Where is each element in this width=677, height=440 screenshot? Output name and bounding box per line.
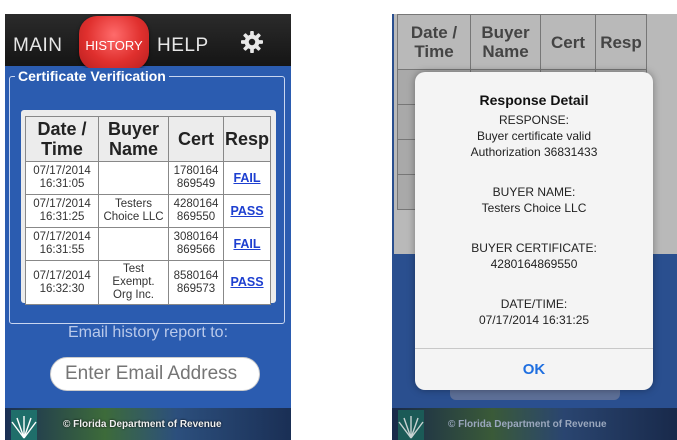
table-header-row: Date / Time Buyer Name Cert Resp [397,14,647,70]
response-detail-dialog: Response Detail RESPONSE: Buyer certific… [415,72,653,390]
buyer-cert-label: BUYER CERTIFICATE: [471,241,597,255]
cell-resp: PASS [223,260,271,305]
footer-copyright: © Florida Department of Revenue [63,419,222,430]
header-buyer-name: Buyer Name [470,14,541,70]
cell-buyer: Testers Choice LLC [98,194,169,228]
header-cert: Cert [168,116,224,162]
cell-datetime: 07/17/2014 16:32:30 [25,260,99,305]
header-date-time: Date / Time [397,14,471,70]
resp-link[interactable]: PASS [230,275,263,289]
header-buyer-name: Buyer Name [98,116,169,162]
cell-cert: 3080164 869566 [168,227,224,261]
gear-icon[interactable] [241,31,263,53]
cell-resp: FAIL [223,227,271,261]
section-title: Certificate Verification [15,68,169,84]
nav-history-tab[interactable]: HISTORY [79,16,149,70]
table-row[interactable]: 07/17/2014 16:31:55 3080164 869566 FAIL [25,227,271,261]
header-cert: Cert [540,14,596,70]
footer-banner: © Florida Department of Revenue [5,408,291,440]
datetime-label: DATE/TIME: [500,297,568,311]
dialog-title: Response Detail [479,92,589,108]
top-nav-bar: MAIN HISTORY HELP [5,14,291,70]
history-table-panel: Date / Time Buyer Name Cert Resp 07/17/2… [21,110,276,305]
resp-link[interactable]: PASS [230,204,263,218]
cell-buyer [98,161,169,195]
response-line1: Buyer certificate valid [476,129,592,143]
resp-link[interactable]: FAIL [233,237,260,251]
table-header-row: Date / Time Buyer Name Cert Resp [25,116,271,162]
header-date-time: Date / Time [25,116,99,162]
sunburst-logo-icon [11,410,37,440]
ok-button[interactable]: OK [415,349,653,390]
footer-copyright: © Florida Department of Revenue [448,419,607,430]
sunburst-logo-icon [398,410,424,440]
buyer-cert-value: 4280164869550 [490,257,578,271]
header-resp: Resp [595,14,647,70]
datetime-value: 07/17/2014 16:31:25 [478,313,590,327]
nav-main-tab[interactable]: MAIN [13,35,63,57]
header-resp: Resp [223,116,271,162]
cell-datetime: 07/17/2014 16:31:05 [25,161,99,195]
table-row[interactable]: 07/17/2014 16:31:05 1780164 869549 FAIL [25,161,271,195]
history-table: Date / Time Buyer Name Cert Resp 07/17/2… [25,116,271,305]
cell-buyer [98,227,169,261]
response-label: RESPONSE: [498,113,570,127]
email-input[interactable] [50,357,260,391]
email-history-label: Email history report to: [67,324,229,341]
cell-cert: 1780164 869549 [168,161,224,195]
cell-resp: PASS [223,194,271,228]
resp-link[interactable]: FAIL [233,171,260,185]
dialog-body: RESPONSE: Buyer certificate valid Author… [415,112,653,328]
cell-buyer: Test Exempt. Org Inc. [98,260,169,305]
response-detail-screen: Date / Time Buyer Name Cert Resp © Flori… [392,14,677,440]
history-screen: MAIN HISTORY HELP Certificate Verificati… [5,14,291,440]
table-row[interactable]: 07/17/2014 16:32:30 Test Exempt. Org Inc. 8… [25,260,271,305]
table-row[interactable]: 07/17/2014 16:31:25 Testers Choice LLC 428… [25,194,271,228]
buyer-name-label: BUYER NAME: [492,185,576,199]
nav-help-tab[interactable]: HELP [157,35,209,57]
cell-datetime: 07/17/2014 16:31:25 [25,194,99,228]
cell-resp: FAIL [223,161,271,195]
response-line2: Authorization 36831433 [470,145,598,159]
cell-datetime: 07/17/2014 16:31:55 [25,227,99,261]
footer-banner: © Florida Department of Revenue [392,408,677,440]
buyer-name-value: Testers Choice LLC [481,201,587,215]
cell-cert: 4280164 869550 [168,194,224,228]
cell-cert: 8580164 869573 [168,260,224,305]
